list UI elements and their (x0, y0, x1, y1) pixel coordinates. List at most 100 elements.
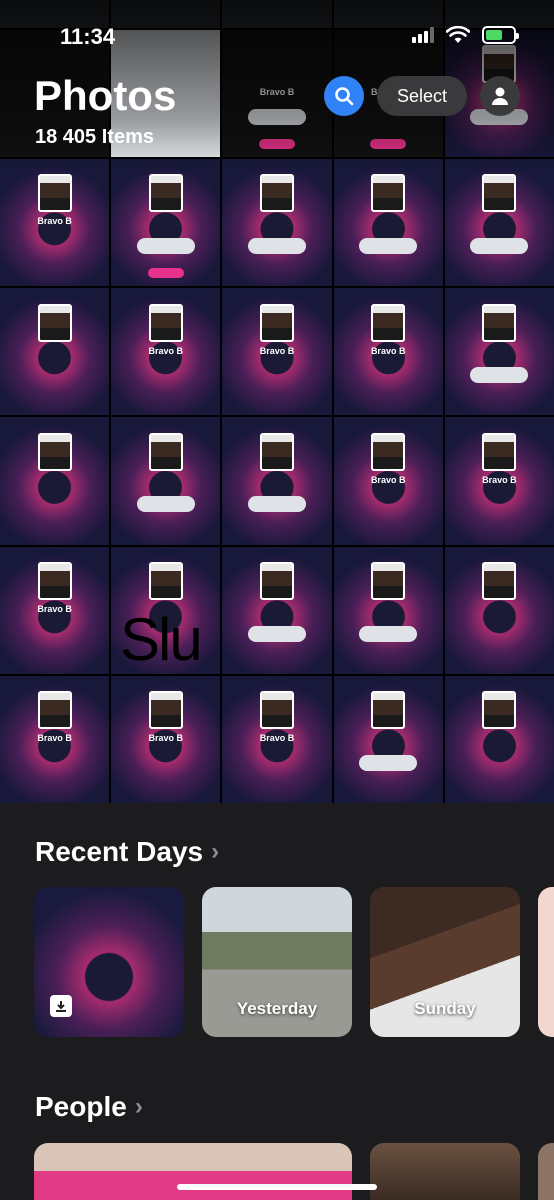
vote-stepper (470, 238, 529, 254)
photo-tile[interactable] (222, 159, 332, 287)
recent-days-header[interactable]: Recent Days › (35, 836, 219, 868)
contestant-photo (371, 432, 406, 471)
photo-tile[interactable]: Bravo B (222, 675, 332, 803)
recent-day-card[interactable] (34, 887, 184, 1037)
tile-name: Bravo B (259, 733, 295, 744)
vote-stepper (470, 367, 529, 384)
photo-tile[interactable] (444, 675, 554, 803)
vote-stepper (247, 238, 306, 254)
tile-name: Bravo B (148, 345, 184, 356)
battery-icon (482, 26, 519, 44)
vote-stepper (359, 754, 418, 771)
photo-tile[interactable]: Bravo B (222, 288, 332, 416)
contestant-photo (482, 174, 517, 213)
contestant-photo (259, 561, 294, 600)
recent-days-list: Yesterday Sunday (34, 887, 554, 1037)
wifi-icon (446, 26, 470, 43)
tile-name: Bravo B (370, 474, 406, 485)
page-title: Photos (34, 72, 177, 119)
contestant-photo (148, 561, 183, 600)
photo-tile[interactable] (333, 675, 443, 803)
recent-day-label: Sunday (414, 999, 476, 1018)
home-indicator[interactable] (177, 1184, 377, 1190)
overlay-text: Slu (120, 606, 203, 673)
search-button[interactable] (324, 76, 364, 116)
tile-name: Bravo B (37, 216, 72, 227)
photo-tile[interactable] (444, 288, 554, 416)
photo-tile[interactable]: Bravo B (444, 417, 554, 545)
contestant-photo (482, 561, 517, 600)
chevron-right-icon: › (211, 838, 220, 865)
photo-tile[interactable] (0, 417, 110, 545)
contestant-photo (482, 691, 517, 730)
contestant-photo (37, 303, 72, 342)
vote-stepper (359, 625, 418, 642)
photo-tile[interactable]: Bravo B (0, 159, 110, 287)
cellular-signal-icon (412, 27, 434, 43)
tile-name: Bravo B (482, 474, 517, 485)
contestant-photo (148, 174, 183, 213)
tile-name: Bravo B (37, 603, 72, 614)
recent-days-title: Recent Days (35, 836, 204, 867)
photo-tile[interactable]: Bravo B (0, 546, 110, 674)
contestant-photo (482, 303, 517, 342)
photo-tile[interactable] (444, 546, 554, 674)
status-time: 11:34 (60, 24, 116, 49)
vote-stepper (136, 496, 195, 513)
contestant-photo (371, 174, 406, 213)
contestant-photo (371, 561, 406, 600)
photo-tile[interactable]: Bravo B (111, 288, 221, 416)
contestant-photo (259, 174, 294, 213)
photo-tile[interactable]: Bravo B (0, 675, 110, 803)
photos-app: Bravo B Bravo B Bravo B Bravo B Bravo B … (0, 0, 554, 1200)
people-list (34, 1143, 554, 1200)
photo-tile[interactable] (111, 159, 221, 287)
vote-stepper (247, 496, 306, 513)
download-icon (50, 995, 72, 1017)
photo-tile[interactable] (222, 417, 332, 545)
tile-name: Bravo B (259, 345, 295, 356)
vote-stepper (136, 238, 195, 254)
photo-tile[interactable]: Bravo B (333, 288, 443, 416)
profile-button[interactable] (480, 76, 520, 116)
contestant-photo (148, 691, 183, 730)
battery-level (486, 30, 502, 40)
contestant-photo (148, 303, 183, 342)
vote-stepper (247, 625, 306, 642)
people-header[interactable]: People › (35, 1091, 143, 1123)
chevron-right-icon: › (134, 1093, 143, 1120)
item-count: 18 405 Items (35, 126, 154, 148)
contestant-photo (371, 303, 406, 342)
people-title: People (35, 1091, 127, 1122)
contestant-photo (371, 691, 406, 730)
photo-tile[interactable] (0, 288, 110, 416)
select-button[interactable]: Select (377, 76, 467, 116)
person-card[interactable] (370, 1143, 520, 1200)
contestant-photo (37, 174, 72, 213)
contestant-photo (259, 303, 294, 342)
vote-button (147, 268, 184, 279)
photo-tile[interactable] (111, 417, 221, 545)
vote-stepper (359, 238, 418, 254)
search-icon (335, 87, 354, 106)
photo-tile[interactable] (333, 546, 443, 674)
person-icon (492, 87, 508, 105)
photo-tile[interactable] (444, 159, 554, 287)
recent-day-card[interactable] (538, 887, 554, 1037)
contestant-photo (482, 432, 517, 471)
contestant-photo (37, 432, 72, 471)
photo-tile[interactable] (222, 546, 332, 674)
contestant-photo (259, 691, 294, 730)
contestant-photo (37, 691, 72, 730)
photo-tile[interactable]: Bravo B (333, 417, 443, 545)
contestant-photo (148, 432, 183, 471)
tile-name: Bravo B (370, 345, 406, 356)
recent-day-card[interactable]: Yesterday (202, 887, 352, 1037)
photo-tile[interactable]: Bravo B (111, 675, 221, 803)
person-card[interactable] (34, 1143, 352, 1200)
tile-name: Bravo B (37, 733, 72, 744)
recent-day-card[interactable]: Sunday (370, 887, 520, 1037)
contestant-photo (37, 561, 72, 600)
photo-tile[interactable] (333, 159, 443, 287)
person-card[interactable] (538, 1143, 554, 1200)
